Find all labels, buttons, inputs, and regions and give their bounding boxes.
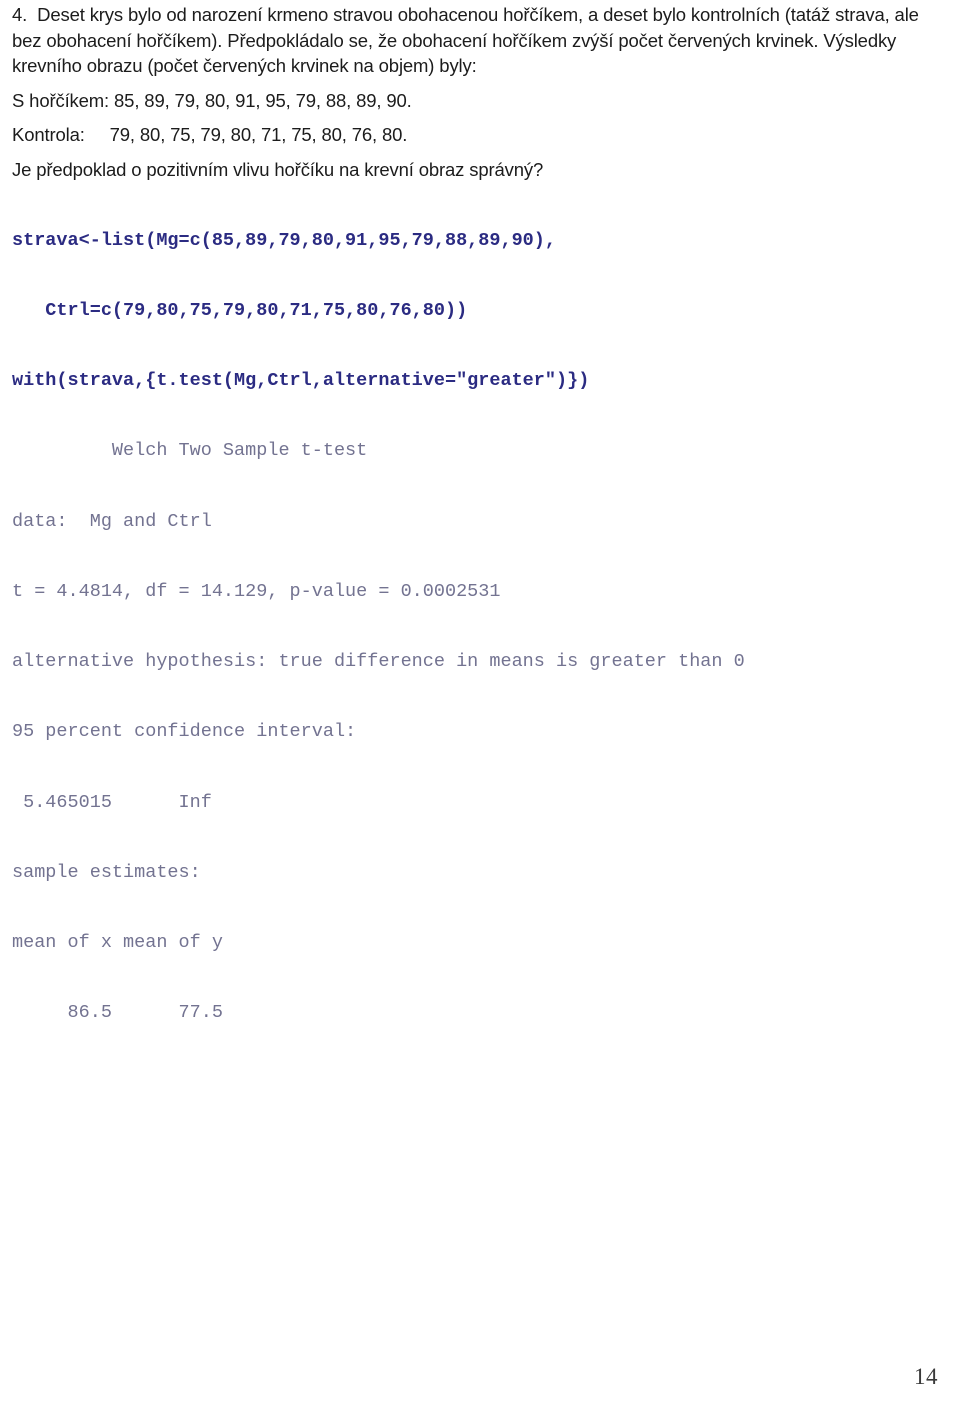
output-line-7: sample estimates:	[12, 861, 201, 883]
output-line-2: data: Mg and Ctrl	[12, 510, 212, 532]
output-line-8: mean of x mean of y	[12, 932, 223, 953]
source-line-2: Ctrl=c(79,80,75,79,80,71,75,80,76,80))	[12, 300, 468, 322]
page-content: 4. Deset krys bylo od narození krmeno st…	[12, 2, 950, 1071]
group-mg-label: S hořčíkem:	[12, 89, 110, 111]
task-paragraph: 4. Deset krys bylo od narození krmeno st…	[12, 2, 948, 79]
task-block: 4. Deset krys bylo od narození krmeno st…	[12, 2, 950, 182]
task-number: 4.	[12, 4, 28, 25]
source-line-3: with(strava,{t.test(Mg,Ctrl,alternative=…	[12, 370, 590, 392]
group-ctrl-label: Kontrola:	[12, 124, 85, 145]
source-line-1: strava<-list(Mg=c(85,89,79,80,91,95,79,8…	[12, 229, 556, 251]
output-line-3: t = 4.4814, df = 14.129, p-value = 0.000…	[12, 580, 501, 602]
output-line-5: 95 percent confidence interval:	[12, 721, 357, 743]
output-line-4: alternative hypothesis: true difference …	[12, 651, 745, 673]
group-mg-values: 85, 89, 79, 80, 91, 95, 79, 88, 89, 90.	[114, 89, 412, 111]
group-ctrl-values: 79, 80, 75, 79, 80, 71, 75, 80, 76, 80.	[109, 124, 408, 145]
output-line-9: 86.5 77.5	[12, 1002, 223, 1024]
task-paragraph-text: Deset krys bylo od narození krmeno strav…	[12, 4, 919, 76]
output-line-1: Welch Two Sample t-test	[12, 440, 368, 462]
r-console-block: strava<-list(Mg=c(85,89,79,80,91,95,79,8…	[12, 182, 950, 1071]
output-line-6: 5.465015 Inf	[12, 791, 212, 813]
group-ctrl-row: Kontrola: 79, 80, 75, 79, 80, 71, 75, 80…	[12, 122, 950, 148]
document-page: 4. Deset krys bylo od narození krmeno st…	[0, 0, 960, 1404]
group-mg-row: S hořčíkem: 85, 89, 79, 80, 91, 95, 79, …	[12, 88, 950, 114]
page-number: 14	[914, 1364, 938, 1389]
task-question: Je předpoklad o pozitivním vlivu hořčíku…	[12, 158, 544, 180]
